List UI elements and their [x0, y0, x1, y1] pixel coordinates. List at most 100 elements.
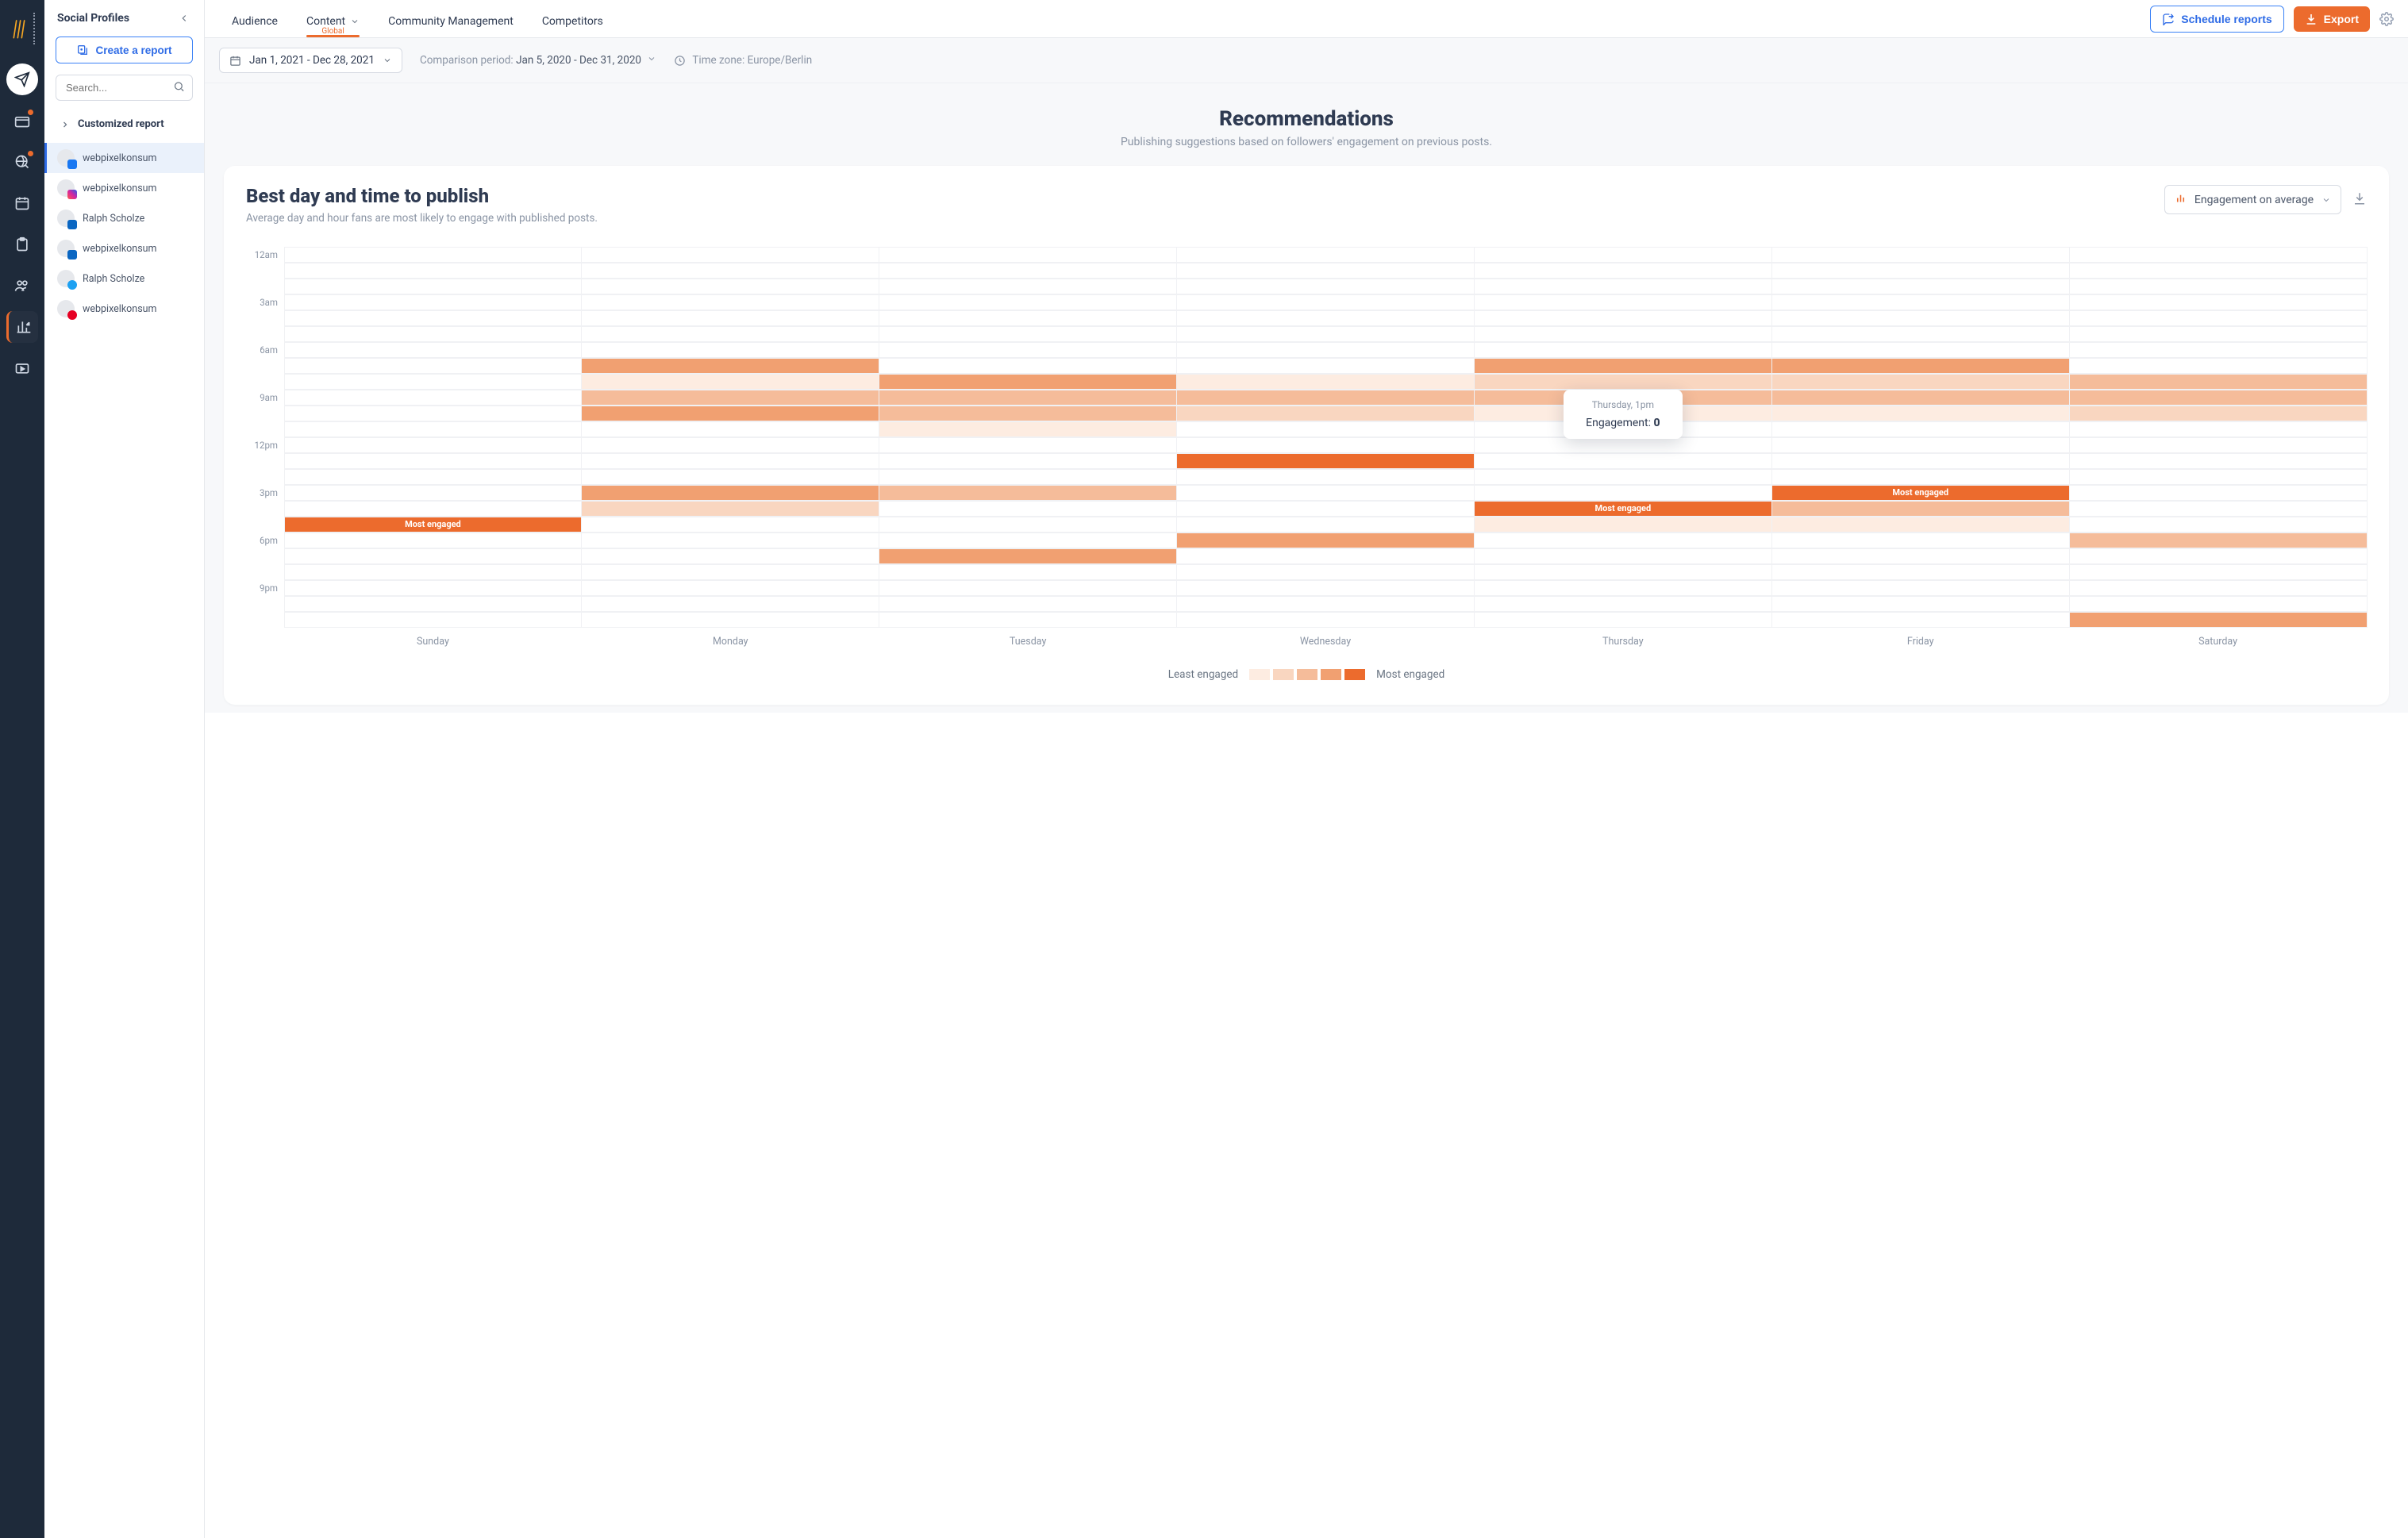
- profile-item[interactable]: webpixelkonsum: [44, 143, 204, 173]
- heatmap-cell[interactable]: [1474, 612, 1772, 628]
- heatmap-cell[interactable]: [1176, 421, 1475, 437]
- heatmap-cell[interactable]: [2069, 358, 2368, 374]
- heatmap-cell[interactable]: [1771, 263, 2070, 279]
- heatmap-cell[interactable]: [879, 564, 1177, 580]
- sidebar-collapse-button[interactable]: [177, 11, 191, 25]
- heatmap-cell[interactable]: [1176, 358, 1475, 374]
- heatmap-cell[interactable]: [1771, 342, 2070, 358]
- heatmap-cell[interactable]: [2069, 564, 2368, 580]
- heatmap-cell[interactable]: [284, 374, 583, 390]
- heatmap-cell[interactable]: [1474, 564, 1772, 580]
- heatmap-cell[interactable]: [284, 548, 583, 564]
- heatmap-cell[interactable]: [1771, 596, 2070, 612]
- heatmap-cell[interactable]: [1474, 596, 1772, 612]
- heatmap-cell[interactable]: [1176, 469, 1475, 485]
- heatmap-cell[interactable]: [879, 279, 1177, 294]
- profile-item[interactable]: webpixelkonsum: [44, 173, 204, 203]
- heatmap-cell[interactable]: [1176, 294, 1475, 310]
- heatmap-cell[interactable]: [2069, 596, 2368, 612]
- heatmap-cell[interactable]: [1771, 580, 2070, 596]
- heatmap-cell[interactable]: [1176, 485, 1475, 501]
- heatmap-cell[interactable]: [879, 358, 1177, 374]
- heatmap-cell[interactable]: [879, 548, 1177, 564]
- heatmap-cell[interactable]: [879, 247, 1177, 263]
- heatmap-cell[interactable]: [1474, 453, 1772, 469]
- heatmap-cell[interactable]: [284, 326, 583, 342]
- heatmap-cell[interactable]: [1771, 390, 2070, 406]
- heatmap-cell[interactable]: [581, 263, 879, 279]
- heatmap-cell[interactable]: [879, 263, 1177, 279]
- heatmap-cell[interactable]: [1771, 612, 2070, 628]
- heatmap-cell[interactable]: [581, 279, 879, 294]
- heatmap-cell[interactable]: [284, 358, 583, 374]
- heatmap-cell[interactable]: [1176, 437, 1475, 453]
- heatmap-cell[interactable]: [2069, 517, 2368, 533]
- heatmap-cell[interactable]: [879, 390, 1177, 406]
- heatmap-cell[interactable]: [1474, 517, 1772, 533]
- heatmap-cell[interactable]: [284, 564, 583, 580]
- nav-calendar-icon[interactable]: [6, 187, 38, 219]
- heatmap-cell[interactable]: [581, 517, 879, 533]
- heatmap-cell[interactable]: [1176, 548, 1475, 564]
- nav-people-icon[interactable]: [6, 270, 38, 302]
- heatmap-cell[interactable]: [1176, 279, 1475, 294]
- heatmap-cell[interactable]: [1176, 453, 1475, 469]
- heatmap-cell[interactable]: [879, 501, 1177, 517]
- profile-item[interactable]: Ralph Scholze: [44, 203, 204, 233]
- heatmap-cell[interactable]: [1771, 247, 2070, 263]
- heatmap-cell[interactable]: Most engaged: [284, 517, 583, 533]
- metric-select[interactable]: Engagement on average: [2164, 185, 2341, 214]
- heatmap-cell[interactable]: [879, 469, 1177, 485]
- heatmap-cell[interactable]: [581, 406, 879, 421]
- heatmap-cell[interactable]: [879, 374, 1177, 390]
- heatmap-cell[interactable]: Most engaged: [1771, 485, 2070, 501]
- heatmap-cell[interactable]: Most engaged: [1474, 501, 1772, 517]
- heatmap-cell[interactable]: [1771, 453, 2070, 469]
- heatmap-cell[interactable]: [2069, 374, 2368, 390]
- download-button[interactable]: [2352, 191, 2367, 209]
- heatmap-cell[interactable]: [2069, 294, 2368, 310]
- heatmap-cell[interactable]: [284, 263, 583, 279]
- heatmap-cell[interactable]: [1771, 406, 2070, 421]
- heatmap-cell[interactable]: [879, 517, 1177, 533]
- heatmap-cell[interactable]: [2069, 310, 2368, 326]
- export-button[interactable]: Export: [2294, 6, 2370, 32]
- heatmap-cell[interactable]: [581, 358, 879, 374]
- heatmap-cell[interactable]: [1771, 533, 2070, 548]
- heatmap-cell[interactable]: [284, 390, 583, 406]
- heatmap-cell[interactable]: [1474, 358, 1772, 374]
- heatmap-cell[interactable]: [284, 533, 583, 548]
- heatmap-cell[interactable]: [1176, 247, 1475, 263]
- heatmap-cell[interactable]: [581, 247, 879, 263]
- heatmap-cell[interactable]: [2069, 342, 2368, 358]
- heatmap-cell[interactable]: [581, 326, 879, 342]
- heatmap-cell[interactable]: [2069, 279, 2368, 294]
- heatmap-cell[interactable]: [1474, 485, 1772, 501]
- heatmap-cell[interactable]: [879, 421, 1177, 437]
- heatmap-cell[interactable]: [1176, 390, 1475, 406]
- heatmap-cell[interactable]: [1771, 548, 2070, 564]
- heatmap-cell[interactable]: [581, 437, 879, 453]
- sidebar-section-toggle[interactable]: Customized report: [44, 112, 204, 136]
- heatmap-cell[interactable]: [879, 596, 1177, 612]
- heatmap-cell[interactable]: [284, 294, 583, 310]
- tab-competitors[interactable]: Competitors: [542, 4, 603, 37]
- heatmap-cell[interactable]: [581, 580, 879, 596]
- heatmap-cell[interactable]: [2069, 247, 2368, 263]
- tab-community-management[interactable]: Community Management: [388, 4, 514, 37]
- profile-item[interactable]: Ralph Scholze: [44, 263, 204, 294]
- heatmap-cell[interactable]: [879, 310, 1177, 326]
- heatmap-cell[interactable]: [1176, 310, 1475, 326]
- heatmap-cell[interactable]: [284, 421, 583, 437]
- heatmap-cell[interactable]: [2069, 469, 2368, 485]
- heatmap-cell[interactable]: [879, 580, 1177, 596]
- heatmap-cell[interactable]: [2069, 421, 2368, 437]
- heatmap-cell[interactable]: [1474, 374, 1772, 390]
- heatmap-cell[interactable]: [2069, 612, 2368, 628]
- heatmap-cell[interactable]: [2069, 580, 2368, 596]
- heatmap-cell[interactable]: [581, 548, 879, 564]
- heatmap-cell[interactable]: [1176, 517, 1475, 533]
- heatmap-cell[interactable]: [581, 453, 879, 469]
- heatmap-cell[interactable]: [284, 469, 583, 485]
- heatmap-cell[interactable]: [1771, 310, 2070, 326]
